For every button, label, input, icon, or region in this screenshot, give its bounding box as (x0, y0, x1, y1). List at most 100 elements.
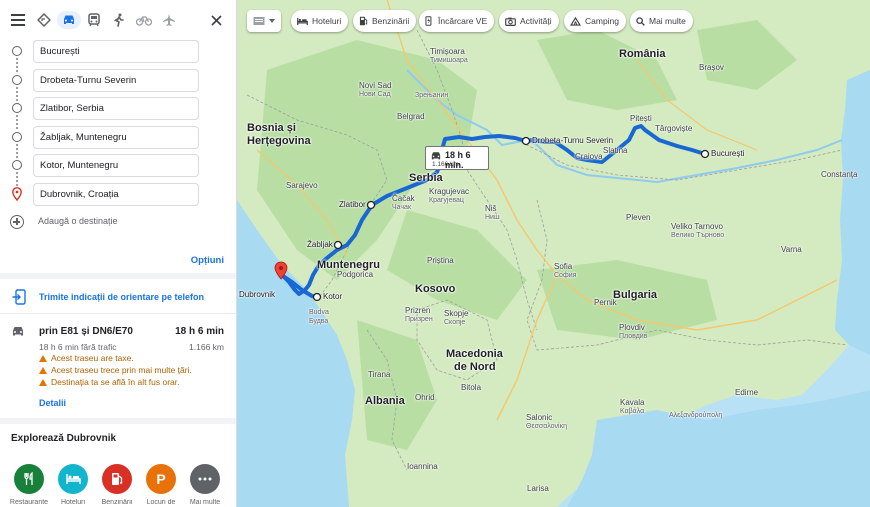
camping-icon (570, 16, 581, 26)
city-label: Kotor (323, 292, 343, 301)
stop-field[interactable]: Žabljak, Muntenegru (33, 126, 199, 149)
stop-field[interactable]: Zlatibor, Serbia (33, 97, 199, 120)
country-label: Albania (365, 395, 405, 407)
transit-icon[interactable] (85, 11, 103, 29)
more-categories-button[interactable] (190, 464, 220, 494)
chip-ev-charging[interactable]: Încărcare VE (419, 10, 495, 32)
stop-field[interactable]: Kotor, Muntenegru (33, 154, 199, 177)
car-icon[interactable] (57, 11, 81, 29)
city-label: Καβάλα (620, 408, 645, 415)
city-label: Призрен (405, 316, 433, 323)
gas-stations-button[interactable] (102, 464, 132, 494)
stop-field[interactable]: Drobeta-Turnu Severin (33, 69, 199, 92)
city-label: Bitola (461, 383, 482, 392)
city-label: Belgrad (397, 112, 425, 121)
destination-field[interactable]: Dubrovnik, Croația (33, 183, 199, 206)
city-label: Priștina (427, 256, 454, 265)
city-label: Craiova (575, 152, 603, 161)
city-label: Novi Sad (359, 81, 392, 90)
route-time-box[interactable]: 18 h 6 min. 1.166 km (425, 146, 489, 170)
city-label: Pernik (594, 298, 617, 307)
chip-label: Încărcare VE (438, 16, 488, 26)
restaurant-icon (24, 472, 33, 485)
add-destination[interactable]: Adaugă o destinație (0, 212, 236, 232)
options-link[interactable]: Opțiuni (191, 255, 224, 266)
country-label: Herțegovina (247, 135, 311, 147)
add-destination-label: Adaugă o destinație (38, 216, 118, 226)
city-label: Θεσσαλονίκη (526, 423, 567, 430)
category-label: Locuri de (146, 499, 176, 506)
walk-icon[interactable] (110, 11, 128, 29)
route-distance: 1.166 km (189, 342, 224, 352)
flight-icon[interactable] (160, 11, 178, 29)
route-no-traffic: 18 h 6 min fără trafic (39, 342, 117, 352)
city-label: Ioannina (407, 462, 438, 471)
chip-gas[interactable]: Benzinării (353, 10, 417, 32)
chip-hotels[interactable]: Hoteluri (291, 10, 349, 32)
city-label: Edirne (735, 388, 759, 397)
ev-charge-icon (425, 16, 432, 26)
country-label: Serbia (409, 172, 443, 184)
country-label: Kosovo (415, 283, 456, 295)
city-label: Крагујевац (429, 197, 464, 204)
city-label: Будва (309, 318, 329, 325)
city-label: Dubrovnik (239, 290, 276, 299)
city-label: Kragujevac (429, 187, 470, 196)
activities-icon (505, 17, 516, 26)
city-label: Пловдив (619, 333, 648, 340)
section-divider (0, 273, 236, 279)
city-label: Varna (781, 245, 802, 254)
chip-activities[interactable]: Activități (499, 10, 559, 32)
stop-row: București (0, 38, 236, 64)
warning-toll: Acest traseu are taxe. (39, 353, 134, 363)
parking-button[interactable]: P (146, 464, 176, 494)
city-label: Niš (485, 204, 497, 213)
search-icon (636, 16, 645, 26)
country-label: Bosnia și (247, 122, 296, 134)
category-label: Restaurante (9, 499, 49, 506)
stop-field[interactable]: București (33, 40, 199, 63)
menu-icon[interactable] (9, 11, 27, 29)
warning-icon (39, 379, 47, 386)
route-box-distance: 1.166 km (432, 161, 459, 168)
close-icon[interactable] (207, 11, 225, 29)
stop-circle-icon (12, 160, 22, 170)
country-label: România (619, 48, 666, 60)
directions-panel: București Drobeta-Turnu Severin Zlatibor… (0, 0, 237, 507)
city-label: Drobeta-Turnu Severin (532, 136, 614, 145)
city-label: Timișoara (430, 47, 465, 56)
stop-row: Zlatibor, Serbia (0, 95, 236, 121)
chip-camping[interactable]: Camping (564, 10, 627, 32)
map-type-button[interactable] (247, 10, 281, 32)
city-label: Čačak (392, 194, 415, 203)
layers-icon (253, 17, 265, 25)
category-label: Benzinării (101, 499, 133, 506)
route-option[interactable]: prin E81 și DN6/E70 18 h 6 min 18 h 6 mi… (0, 322, 236, 414)
city-label: Brașov (699, 63, 724, 72)
send-to-phone-icon (12, 289, 26, 305)
city-label: Sofia (554, 262, 573, 271)
car-icon (13, 327, 23, 336)
chip-more[interactable]: Mai multe (630, 10, 693, 32)
chevron-down-icon (269, 19, 275, 23)
category-label: Mai multe (189, 499, 221, 506)
route-time: 18 h 6 min (175, 326, 224, 337)
car-icon (431, 152, 441, 160)
city-label: Zlatibor (339, 200, 366, 209)
stop-circle-icon (12, 132, 22, 142)
city-label: София (554, 272, 577, 279)
restaurants-button[interactable] (14, 464, 44, 494)
map-canvas[interactable]: Hoteluri Benzinării Încărcare VE Activit… (237, 0, 870, 507)
send-to-phone-label: Trimite indicații de orientare pe telefo… (39, 292, 205, 302)
travel-mode-bar (0, 0, 236, 40)
best-route-icon[interactable] (35, 11, 53, 29)
send-to-phone[interactable]: Trimite indicații de orientare pe telefo… (0, 286, 236, 310)
stop-circle-icon (12, 75, 22, 85)
hotels-button[interactable] (58, 464, 88, 494)
hotel-icon (297, 17, 308, 25)
bike-icon[interactable] (135, 11, 153, 29)
details-link[interactable]: Detalii (39, 398, 66, 408)
warning-icon (39, 367, 47, 374)
warning-text: Destinația ta se află în alt fus orar. (51, 377, 180, 387)
city-label: Велико Търново (671, 232, 725, 239)
